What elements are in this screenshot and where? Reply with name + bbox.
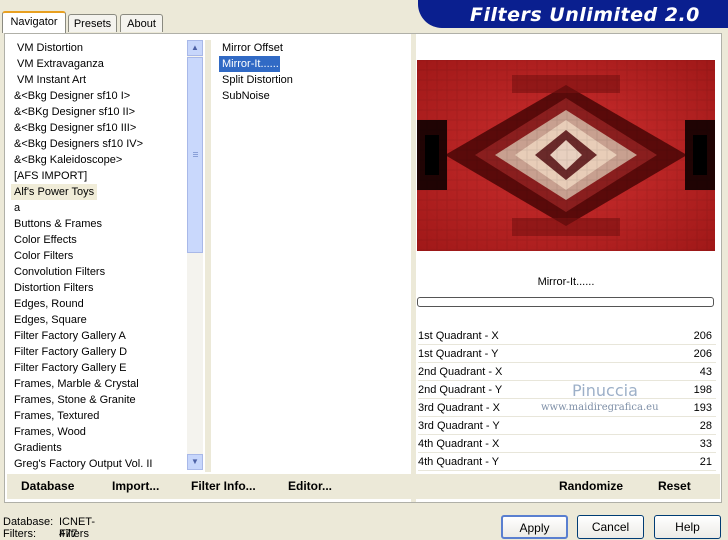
- grip-line: [193, 156, 198, 157]
- preview-image: [417, 60, 715, 251]
- database-button[interactable]: Database: [21, 474, 74, 499]
- right-button-bar: Randomize Reset: [416, 474, 720, 499]
- category-item[interactable]: [AFS IMPORT]: [14, 168, 87, 184]
- param-value[interactable]: 43: [700, 363, 712, 381]
- filter-item[interactable]: Split Distortion: [222, 72, 293, 88]
- param-label: 2nd Quadrant - X: [418, 366, 503, 378]
- category-item[interactable]: VM Extravaganza: [17, 56, 104, 72]
- param-label: 1st Quadrant - X: [418, 330, 499, 342]
- category-item[interactable]: &<Bkg Designers sf10 IV>: [14, 136, 143, 152]
- apply-button[interactable]: Apply: [501, 515, 568, 539]
- progress-bar: [417, 297, 714, 307]
- param-row[interactable]: 1st Quadrant - Y 206: [418, 345, 716, 363]
- status-database: Database: ICNET-Filters: [3, 516, 95, 540]
- param-value[interactable]: 33: [700, 435, 712, 453]
- category-item[interactable]: &<Bkg Designer sf10 I>: [14, 88, 130, 104]
- filter-item[interactable]: SubNoise: [222, 88, 270, 104]
- help-button[interactable]: Help: [654, 515, 721, 539]
- category-item[interactable]: Greg's Factory Output Vol. II: [14, 456, 152, 472]
- status-database-label: Database:: [3, 516, 54, 528]
- tab-about[interactable]: About: [120, 14, 163, 32]
- category-item[interactable]: Filter Factory Gallery A: [14, 328, 126, 344]
- import-button[interactable]: Import...: [112, 474, 159, 499]
- category-item[interactable]: Frames, Marble & Crystal: [14, 376, 139, 392]
- category-item[interactable]: Frames, Wood: [14, 424, 86, 440]
- category-scrollbar[interactable]: ▲ ▼: [187, 40, 203, 470]
- param-row[interactable]: 4th Quadrant - Y 21: [418, 453, 716, 471]
- filter-item[interactable]: Mirror-It......: [218, 55, 281, 73]
- category-item[interactable]: &<BKg Designer sf10 II>: [14, 104, 135, 120]
- grip-line: [193, 152, 198, 153]
- param-label: 1st Quadrant - Y: [418, 348, 499, 360]
- param-label: 2nd Quadrant - Y: [418, 384, 503, 396]
- category-item[interactable]: Alf's Power Toys: [11, 184, 98, 200]
- editor-button[interactable]: Editor...: [288, 474, 332, 499]
- param-row[interactable]: 4th Quadrant - X 33: [418, 435, 716, 453]
- category-item[interactable]: Edges, Square: [14, 312, 87, 328]
- category-item[interactable]: Gradients: [14, 440, 62, 456]
- category-item[interactable]: Color Effects: [14, 232, 77, 248]
- reset-button[interactable]: Reset: [658, 474, 691, 499]
- kaleidoscope-preview-graphic: [417, 60, 715, 251]
- left-button-bar: Database Import... Filter Info... Editor…: [7, 474, 411, 499]
- filter-item[interactable]: Mirror Offset: [222, 40, 283, 56]
- param-label: 3rd Quadrant - X: [418, 402, 500, 414]
- randomize-button[interactable]: Randomize: [559, 474, 623, 499]
- param-row[interactable]: 3rd Quadrant - X 193: [418, 399, 716, 417]
- list-divider: [205, 40, 211, 472]
- category-item[interactable]: VM Distortion: [17, 40, 83, 56]
- category-item[interactable]: VM Instant Art: [17, 72, 86, 88]
- param-divider: [418, 470, 716, 471]
- tab-navigator[interactable]: Navigator: [2, 11, 66, 33]
- param-value[interactable]: 206: [694, 345, 712, 363]
- param-value[interactable]: 206: [694, 327, 712, 345]
- app-title: Filters Unlimited 2.0: [470, 4, 700, 26]
- param-value[interactable]: 21: [700, 453, 712, 471]
- param-value[interactable]: 198: [694, 381, 712, 399]
- param-label: 4th Quadrant - Y: [418, 456, 500, 468]
- category-item[interactable]: Color Filters: [14, 248, 73, 264]
- category-item[interactable]: Distortion Filters: [14, 280, 93, 296]
- preview-divider: [411, 34, 416, 502]
- param-label: 4th Quadrant - X: [418, 438, 500, 450]
- category-item[interactable]: &<Bkg Kaleidoscope>: [14, 152, 122, 168]
- status-filters-label: Filters:: [3, 528, 36, 540]
- param-value[interactable]: 28: [700, 417, 712, 435]
- scroll-thumb[interactable]: [187, 57, 203, 253]
- status-filters: Filters: 477: [3, 528, 77, 540]
- category-item[interactable]: Filter Factory Gallery D: [14, 344, 127, 360]
- param-value[interactable]: 193: [694, 399, 712, 417]
- category-item[interactable]: Frames, Textured: [14, 408, 99, 424]
- param-row[interactable]: 3rd Quadrant - Y 28: [418, 417, 716, 435]
- param-row[interactable]: 1st Quadrant - X 206: [418, 327, 716, 345]
- category-item[interactable]: Convolution Filters: [14, 264, 105, 280]
- param-row[interactable]: 2nd Quadrant - X 43: [418, 363, 716, 381]
- category-item[interactable]: Edges, Round: [14, 296, 84, 312]
- category-item[interactable]: &<Bkg Designer sf10 III>: [14, 120, 136, 136]
- filter-info-button[interactable]: Filter Info...: [191, 474, 256, 499]
- scroll-down-arrow-icon[interactable]: ▼: [187, 454, 203, 470]
- cancel-button[interactable]: Cancel: [577, 515, 644, 539]
- category-item[interactable]: Frames, Stone & Granite: [14, 392, 136, 408]
- status-filters-value: 477: [59, 528, 78, 540]
- category-item[interactable]: Buttons & Frames: [14, 216, 102, 232]
- param-label: 3rd Quadrant - Y: [418, 420, 500, 432]
- category-item[interactable]: Filter Factory Gallery E: [14, 360, 126, 376]
- preview-filter-name: Mirror-It......: [537, 276, 595, 288]
- param-row[interactable]: 2nd Quadrant - Y 198: [418, 381, 716, 399]
- category-item[interactable]: a: [14, 200, 20, 216]
- grip-line: [193, 154, 198, 155]
- tab-presets[interactable]: Presets: [68, 14, 117, 32]
- scroll-up-arrow-icon[interactable]: ▲: [187, 40, 203, 56]
